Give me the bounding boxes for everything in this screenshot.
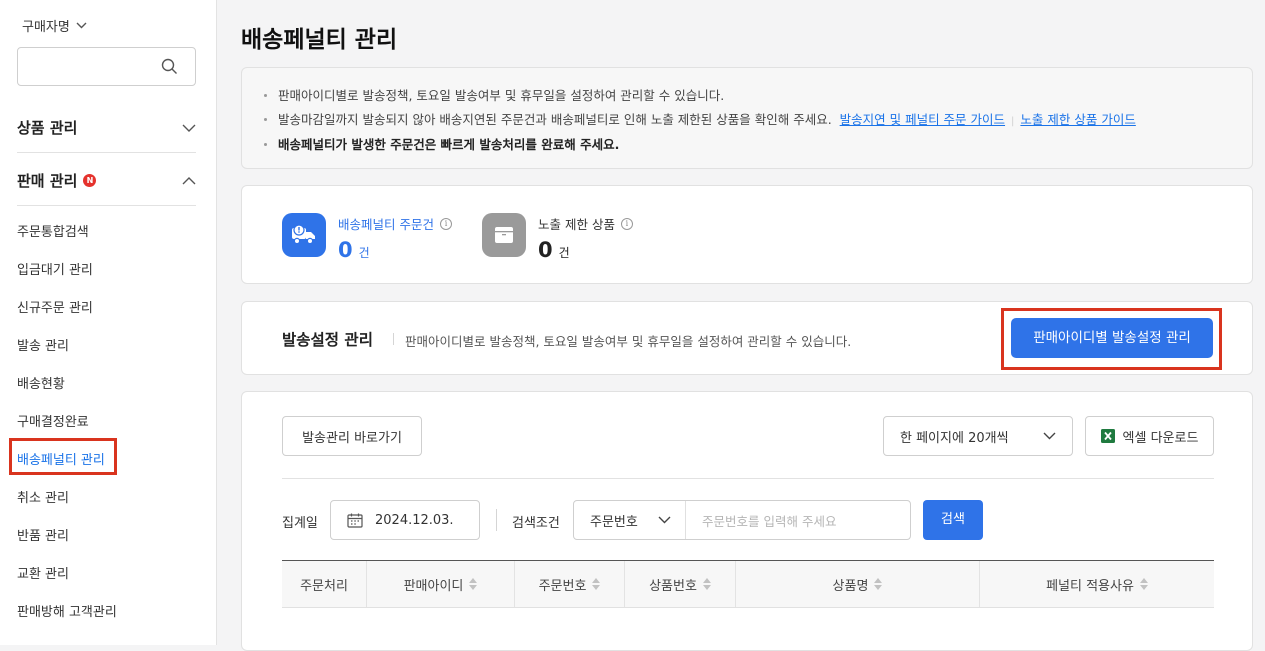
sidebar-item-shipping[interactable]: 발송 관리 (17, 335, 69, 354)
divider (17, 152, 196, 153)
box-icon (482, 213, 526, 257)
buyer-name-label: 구매자명 (22, 20, 70, 35)
stats-panel: 배송페널티 주문건 i 0건 노출 제한 상품 i 0건 (241, 185, 1253, 284)
sidebar-item-shipping-penalty[interactable]: 배송페널티 관리 (17, 449, 105, 468)
info-icon[interactable]: i (439, 217, 452, 230)
chevron-down-icon (76, 22, 87, 29)
sort-icon[interactable] (1139, 578, 1148, 590)
page-size-select[interactable]: 한 페이지에 20개씩 (883, 416, 1073, 456)
highlight-box (1001, 308, 1222, 370)
buyer-name-dropdown[interactable]: 구매자명 (22, 16, 87, 35)
shipping-settings-panel: 발송설정 관리 판매아이디별로 발송정책, 토요일 발송여부 및 휴무일을 설정… (241, 301, 1253, 375)
sort-icon[interactable] (469, 578, 478, 590)
order-number-input[interactable]: 주문번호를 입력해 주세요 (686, 511, 910, 530)
notice-line: 판매아이디별로 발송정책, 토요일 발송여부 및 휴무일을 설정하여 관리할 수… (262, 84, 1252, 108)
search-condition-group: 주문번호 주문번호를 입력해 주세요 (573, 500, 911, 540)
sidebar-item-delivery-status[interactable]: 배송현황 (17, 373, 65, 392)
sort-icon[interactable] (702, 578, 711, 590)
truck-alert-icon (282, 213, 326, 257)
search-button[interactable]: 검색 (923, 500, 983, 540)
page-title: 배송페널티 관리 (241, 27, 398, 53)
sort-icon[interactable] (592, 578, 601, 590)
shipping-settings-title: 발송설정 관리 (282, 331, 373, 349)
column-header-sortable[interactable]: 페널티 적용사유 (980, 561, 1214, 607)
column-header-sortable[interactable]: 상품명 (736, 561, 980, 607)
sidebar-item-purchase-confirmed[interactable]: 구매결정완료 (17, 411, 89, 430)
divider (17, 205, 196, 206)
divider (393, 333, 394, 345)
stat-count: 0 (338, 238, 353, 262)
date-picker[interactable]: 2024.12.03. (330, 500, 480, 540)
sidebar-item-exchange[interactable]: 교환 관리 (17, 563, 69, 582)
section-label: 상품 관리 (17, 119, 78, 137)
column-header-sortable[interactable]: 상품번호 (625, 561, 736, 607)
date-label: 집계일 (282, 516, 318, 531)
column-header-sortable[interactable]: 판매아이디 (367, 561, 515, 607)
notice-line: 배송페널티가 발생한 주문건은 빠르게 발송처리를 완료해 주세요. (262, 133, 1252, 157)
sidebar-section-product[interactable]: 상품 관리 (17, 117, 196, 138)
excel-icon (1100, 429, 1115, 443)
sidebar-item-obstruction[interactable]: 판매방해 고객관리 (17, 601, 117, 620)
section-label: 판매 관리 (17, 172, 78, 190)
excel-download-label: 엑셀 다운로드 (1122, 430, 1199, 446)
table-header: 주문처리 판매아이디 주문번호 상품번호 상품명 페널티 적용사유 (282, 560, 1214, 608)
sidebar-item-order-search[interactable]: 주문통합검색 (17, 221, 89, 240)
sidebar: 구매자명 상품 관리 판매 관리 N 주문통합검색 입금대기 관리 신규주문 관리… (0, 0, 217, 645)
chevron-up-icon (182, 176, 196, 184)
chevron-down-icon (182, 124, 196, 132)
search-condition-value: 주문번호 (590, 514, 638, 530)
column-header-sortable[interactable]: 주문번호 (515, 561, 625, 607)
search-condition-label: 검색조건 (512, 516, 560, 531)
sidebar-item-cancel[interactable]: 취소 관리 (17, 487, 69, 506)
restricted-product-guide-link[interactable]: 노출 제한 상품 가이드 (1020, 112, 1135, 127)
excel-download-button[interactable]: 엑셀 다운로드 (1085, 416, 1214, 456)
stat-unit: 건 (558, 246, 570, 260)
sidebar-search-input[interactable] (17, 47, 196, 86)
sidebar-item-return[interactable]: 반품 관리 (17, 525, 69, 544)
search-condition-select[interactable]: 주문번호 (574, 501, 686, 539)
page-size-value: 한 페이지에 20개씩 (900, 430, 1009, 446)
go-shipping-management-button[interactable]: 발송관리 바로가기 (282, 416, 422, 456)
order-list-panel: 발송관리 바로가기 한 페이지에 20개씩 엑셀 다운로드 집계일 2024.1… (241, 391, 1253, 651)
new-badge: N (83, 174, 97, 187)
separator: | (1011, 115, 1015, 127)
penalty-orders-stat[interactable]: 배송페널티 주문건 i 0건 (282, 213, 452, 265)
delay-penalty-guide-link[interactable]: 발송지연 및 페널티 주문 가이드 (840, 112, 1005, 127)
notice-box: 판매아이디별로 발송정책, 토요일 발송여부 및 휴무일을 설정하여 관리할 수… (241, 67, 1253, 169)
stat-label: 배송페널티 주문건 (338, 217, 434, 232)
stat-unit: 건 (358, 246, 370, 260)
date-value: 2024.12.03. (375, 512, 454, 528)
chevron-down-icon (658, 516, 671, 524)
search-icon[interactable] (161, 58, 178, 79)
sort-icon[interactable] (874, 578, 883, 590)
sidebar-item-new-order[interactable]: 신규주문 관리 (17, 297, 93, 316)
restricted-products-stat[interactable]: 노출 제한 상품 i 0건 (482, 213, 633, 265)
sidebar-section-sales[interactable]: 판매 관리 N (17, 170, 196, 191)
stat-count: 0 (538, 238, 553, 262)
sidebar-item-deposit-wait[interactable]: 입금대기 관리 (17, 259, 93, 278)
notice-line: 발송마감일까지 발송되지 않아 배송지연된 주문건과 배송페널티로 인해 노출 … (262, 108, 1252, 134)
divider (282, 478, 1214, 479)
column-header: 주문처리 (282, 561, 367, 607)
calendar-icon (347, 513, 363, 528)
divider (496, 509, 497, 531)
info-icon[interactable]: i (620, 217, 633, 230)
shipping-settings-desc: 판매아이디별로 발송정책, 토요일 발송여부 및 휴무일을 설정하여 관리할 수… (405, 334, 852, 349)
chevron-down-icon (1043, 432, 1056, 440)
stat-label: 노출 제한 상품 (538, 217, 615, 232)
